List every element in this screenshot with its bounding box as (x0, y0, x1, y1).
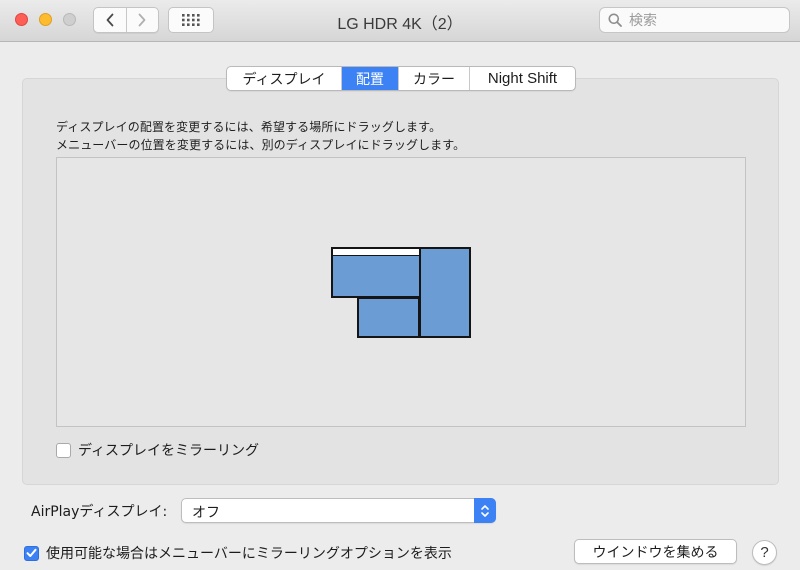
search-field[interactable]: 検索 (599, 7, 790, 33)
show-mirroring-options-checkbox[interactable] (24, 545, 39, 561)
secondary-display[interactable] (357, 297, 420, 338)
show-mirroring-options-option[interactable]: 使用可能な場合はメニューバーにミラーリングオプションを表示 (24, 543, 452, 563)
show-mirroring-options-label: 使用可能な場合はメニューバーにミラーリングオプションを表示 (46, 546, 452, 562)
magnifier-icon (608, 13, 622, 27)
airplay-display-value: オフ (192, 505, 220, 521)
gather-windows-button[interactable]: ウインドウを集める (574, 539, 737, 564)
airplay-display-popup[interactable]: オフ (181, 498, 496, 523)
search-placeholder: 検索 (629, 13, 657, 29)
arrangement-instruction: ディスプレイの配置を変更するには、希望する場所にドラッグします。 (56, 120, 442, 134)
up-down-chevron-icon (474, 498, 496, 523)
tab-color[interactable]: カラー (398, 67, 469, 90)
airplay-display-label: AirPlayディスプレイ: (31, 504, 168, 520)
menubar-instruction: メニューバーの位置を変更するには、別のディスプレイにドラッグします。 (56, 138, 466, 152)
mirror-displays-option[interactable]: ディスプレイをミラーリング (56, 440, 259, 460)
tab-arrangement[interactable]: 配置 (341, 67, 398, 90)
menu-bar-indicator[interactable] (331, 247, 421, 256)
help-button[interactable]: ? (752, 540, 777, 565)
mirror-displays-checkbox[interactable] (56, 442, 71, 458)
portrait-display[interactable] (419, 247, 471, 338)
tab-display[interactable]: ディスプレイ (227, 67, 341, 90)
checkmark-icon (26, 548, 37, 557)
mirror-displays-label: ディスプレイをミラーリング (78, 443, 260, 459)
tab-bar: ディスプレイ 配置 カラー Night Shift (226, 66, 576, 91)
title-bar: LG HDR 4K（2） 検索 (0, 0, 800, 42)
tab-night-shift[interactable]: Night Shift (469, 67, 575, 90)
